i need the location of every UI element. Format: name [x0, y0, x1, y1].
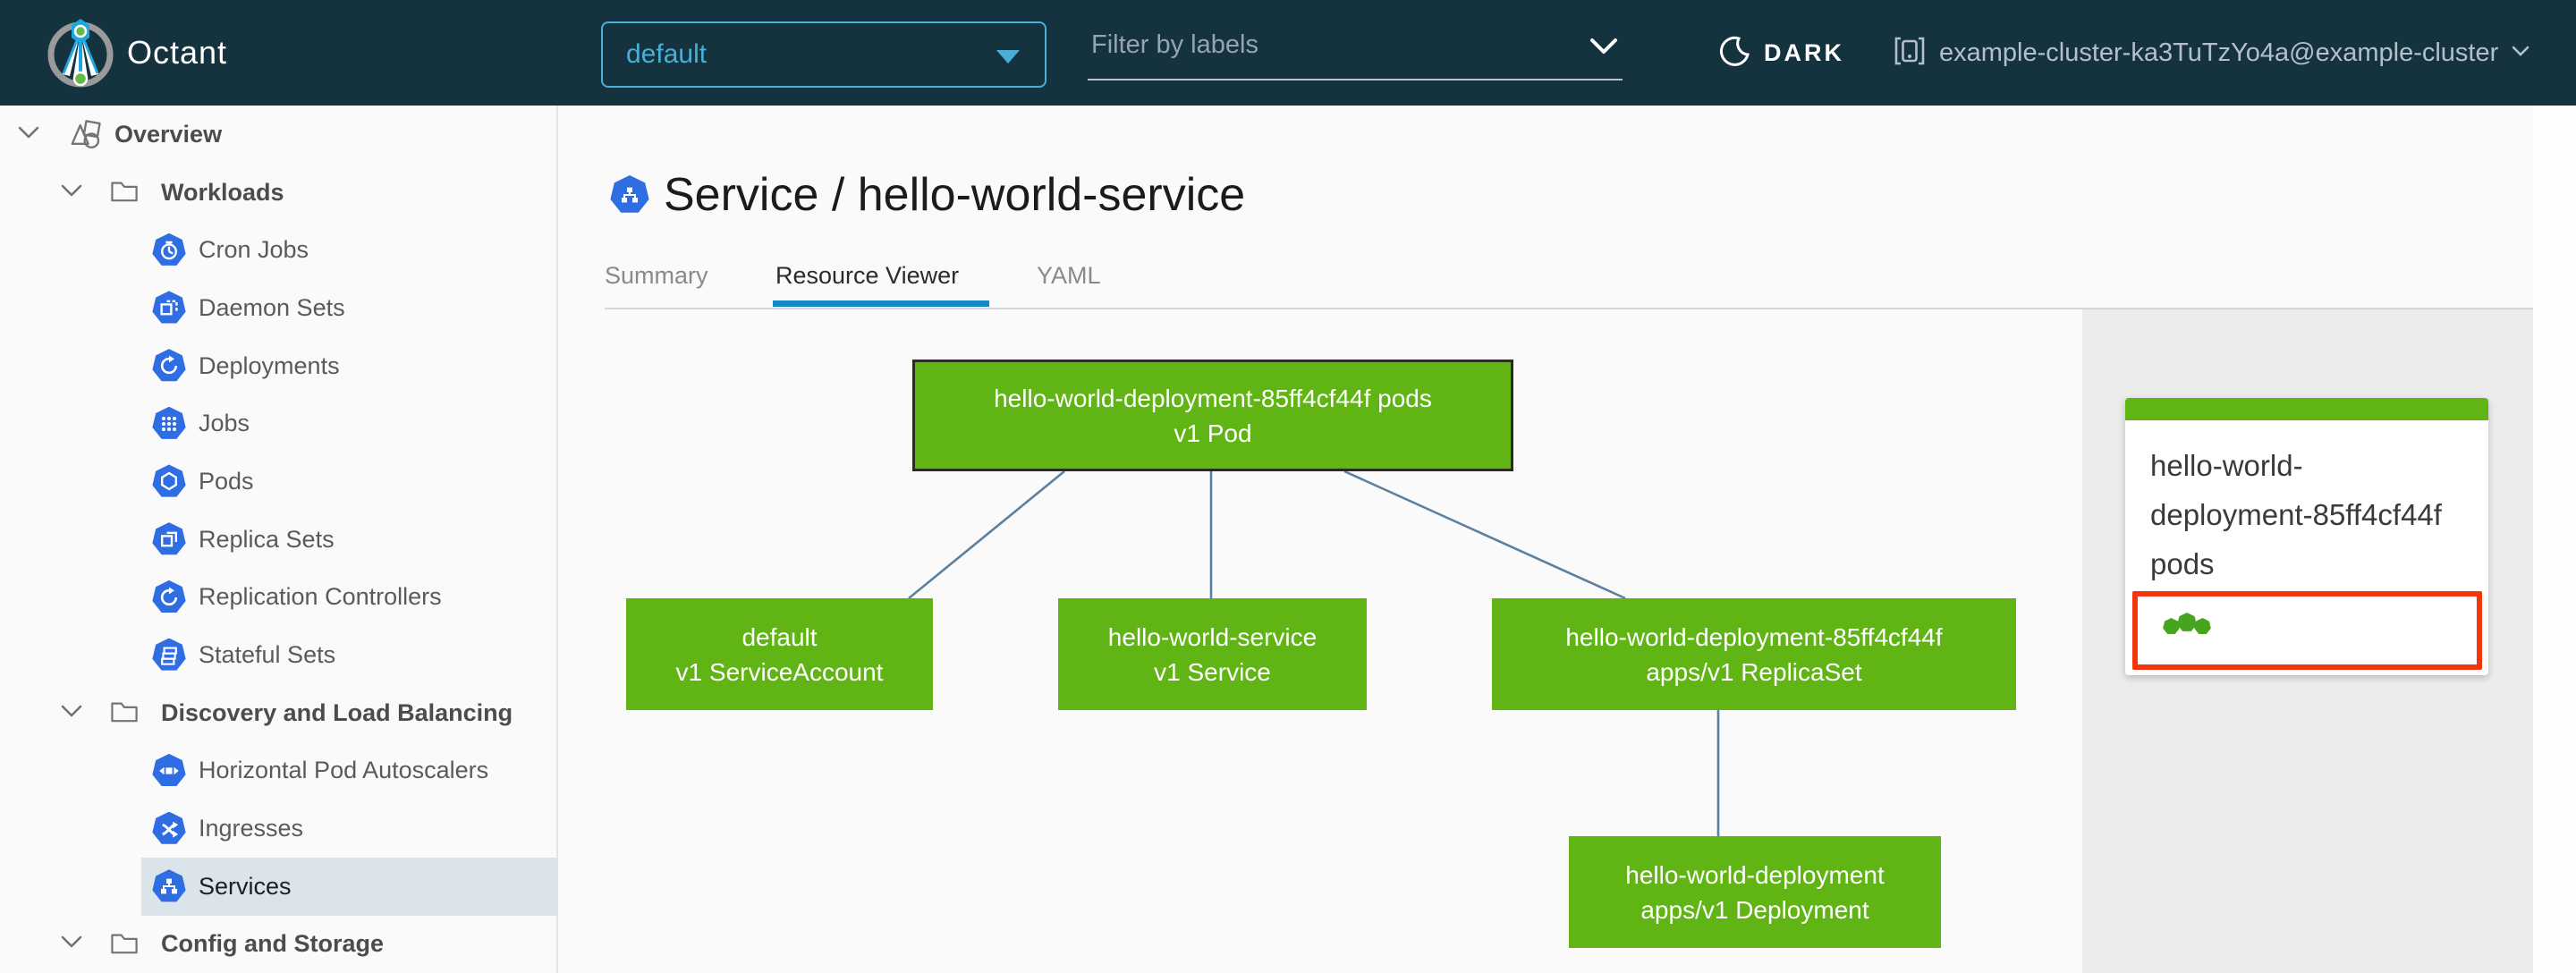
statefulset-heptagon-icon — [152, 638, 186, 671]
sidebar-item-label: Jobs — [199, 410, 250, 437]
sidebar-nav: Overview Workloads Cron Jobs Daemon Sets… — [0, 106, 558, 973]
sidebar-item-replica-sets[interactable]: Replica Sets — [0, 511, 556, 569]
page-title: Service / hello-world-service — [610, 168, 1245, 222]
moon-icon — [1719, 35, 1751, 72]
namespace-value: default — [626, 39, 708, 69]
cluster-caret-icon — [2511, 44, 2530, 63]
app-header: Octant default Filter by labels DARK exa… — [0, 0, 2576, 106]
deployment-heptagon-icon — [152, 349, 186, 382]
theme-toggle-label: DARK — [1764, 38, 1844, 66]
node-status-bar — [2125, 398, 2488, 420]
cluster-context-label: example-cluster-ka3TuTzYo4a@example-clus… — [1939, 38, 2499, 67]
pod-status-dot[interactable] — [2163, 618, 2180, 635]
node-kind: apps/v1 Deployment — [1640, 895, 1869, 924]
sidebar-item-stateful-sets[interactable]: Stateful Sets — [0, 626, 556, 684]
node-kind: v1 Service — [1154, 657, 1271, 686]
daemonset-heptagon-icon — [152, 291, 186, 324]
label-filter-placeholder: Filter by labels — [1091, 30, 1258, 59]
namespace-caret-icon — [996, 50, 1020, 63]
sidebar-item-label: Stateful Sets — [199, 641, 336, 669]
selected-node-card[interactable]: hello-world-deployment-85ff4cf44f pods — [2125, 398, 2488, 675]
sidebar-item-label: Pods — [199, 467, 254, 495]
theme-toggle-button[interactable]: DARK — [1719, 27, 1844, 79]
pod-status-dot[interactable] — [2177, 613, 2197, 631]
sidebar-item-label: Replication Controllers — [199, 583, 442, 611]
graph-node-service[interactable]: hello-world-service v1 Service — [1058, 598, 1367, 710]
sidebar-item-jobs[interactable]: Jobs — [0, 394, 556, 453]
graph-node-deployment[interactable]: hello-world-deployment apps/v1 Deploymen… — [1569, 836, 1941, 948]
chevron-down-icon[interactable] — [59, 702, 84, 724]
namespace-dropdown[interactable]: default — [601, 21, 1046, 88]
graph-node-replicaset[interactable]: hello-world-deployment-85ff4cf44f apps/v… — [1492, 598, 2016, 710]
hpa-heptagon-icon — [152, 753, 186, 787]
chevron-down-icon[interactable] — [59, 933, 84, 955]
sidebar-item-services[interactable]: Services — [0, 857, 556, 916]
node-kind: v1 Pod — [1174, 419, 1252, 447]
page-title-text: Service / hello-world-service — [664, 169, 1246, 221]
chevron-down-icon[interactable] — [59, 182, 84, 204]
node-name: hello-world-service — [1107, 622, 1318, 651]
chevron-down-icon[interactable] — [16, 123, 41, 146]
pod-status-dot[interactable] — [2194, 618, 2211, 635]
sidebar-item-cron-jobs[interactable]: Cron Jobs — [0, 221, 556, 279]
graph-node-serviceaccount[interactable]: default v1 ServiceAccount — [626, 598, 933, 710]
pod-status-selection-box[interactable] — [2132, 591, 2482, 670]
cluster-context-selector[interactable]: example-cluster-ka3TuTzYo4a@example-clus… — [1893, 27, 2530, 79]
right-margin — [2533, 106, 2576, 973]
sidebar-item-daemon-sets[interactable]: Daemon Sets — [0, 279, 556, 337]
sidebar-item-replication-controllers[interactable]: Replication Controllers — [0, 569, 556, 627]
sidebar-item-label: Daemon Sets — [199, 293, 345, 321]
folder-icon — [109, 928, 141, 960]
node-kind: apps/v1 ReplicaSet — [1646, 657, 1862, 686]
chevron-down-icon[interactable] — [1589, 36, 1619, 62]
node-name: default — [741, 622, 818, 651]
sidebar-item-label: Config and Storage — [161, 930, 384, 958]
service-heptagon-icon — [610, 175, 649, 213]
sidebar-group-workloads[interactable]: Workloads — [0, 164, 556, 222]
tab-summary[interactable]: Summary — [605, 259, 708, 302]
node-kind: v1 ServiceAccount — [675, 657, 884, 686]
node-name: hello-world-deployment-85ff4cf44f pods — [994, 384, 1432, 412]
job-heptagon-icon — [152, 406, 186, 439]
octant-app: Octant default Filter by labels DARK exa… — [0, 0, 2576, 973]
label-filter-input[interactable]: Filter by labels — [1088, 18, 1623, 80]
folder-icon — [109, 176, 141, 208]
ingress-heptagon-icon — [152, 811, 186, 844]
sidebar-item-overview[interactable]: Overview — [0, 106, 556, 164]
pod-status-dots — [2163, 613, 2211, 635]
tab-resource-viewer[interactable]: Resource Viewer — [775, 259, 959, 302]
sidebar-item-deployments[interactable]: Deployments — [0, 337, 556, 395]
sidebar-item-pods[interactable]: Pods — [0, 453, 556, 511]
sidebar-item-label: Deployments — [199, 351, 340, 379]
sidebar-group-config-and-storage[interactable]: Config and Storage — [0, 916, 556, 973]
replicaset-heptagon-icon — [152, 522, 186, 555]
tab-yaml[interactable]: YAML — [1037, 259, 1101, 302]
sidebar-item-horizontal-pod-autoscalers[interactable]: Horizontal Pod Autoscalers — [0, 742, 556, 800]
cronjob-heptagon-icon — [152, 233, 186, 266]
octant-logo-icon[interactable] — [45, 17, 116, 89]
node-name: hello-world-deployment — [1625, 860, 1885, 889]
sidebar-item-label: Ingresses — [199, 815, 304, 842]
replicationcontroller-heptagon-icon — [152, 580, 186, 613]
sidebar-group-discovery-and-load-balancing[interactable]: Discovery and Load Balancing — [0, 684, 556, 742]
cluster-icon — [1893, 35, 1927, 72]
graph-node-pod[interactable]: hello-world-deployment-85ff4cf44f pods v… — [912, 360, 1513, 471]
service-heptagon-icon — [152, 869, 186, 902]
sidebar-item-ingresses[interactable]: Ingresses — [0, 800, 556, 858]
sidebar-item-label: Workloads — [161, 178, 284, 206]
sidebar-item-label: Replica Sets — [199, 525, 335, 553]
sidebar-item-label: Cron Jobs — [199, 236, 309, 264]
sidebar-item-label: Horizontal Pod Autoscalers — [199, 757, 489, 784]
node-name: hello-world-deployment-85ff4cf44f — [1565, 622, 1943, 651]
sidebar-item-label: Discovery and Load Balancing — [161, 698, 513, 726]
objects-icon — [70, 118, 102, 150]
sidebar-item-label: Services — [199, 872, 292, 900]
active-tab-underline — [773, 300, 989, 307]
selected-node-title: hello-world-deployment-85ff4cf44f pods — [2150, 449, 2442, 580]
app-title: Octant — [127, 34, 228, 71]
node-detail-panel: hello-world-deployment-85ff4cf44f pods — [2082, 309, 2533, 973]
folder-icon — [109, 697, 141, 729]
sidebar-item-label: Overview — [114, 120, 223, 148]
pod-heptagon-icon — [152, 464, 186, 497]
